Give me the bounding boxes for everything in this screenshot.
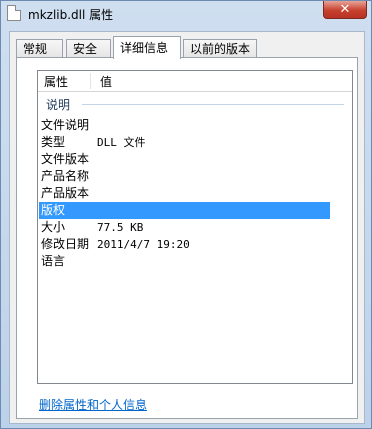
list-item[interactable]: 语言 xyxy=(39,253,330,270)
column-divider[interactable] xyxy=(90,73,91,89)
list-item[interactable]: 文件说明 xyxy=(39,117,330,134)
property-key: 修改日期 xyxy=(41,237,90,251)
file-icon xyxy=(7,5,21,21)
property-key: 版权 xyxy=(41,203,66,217)
property-key: 大小 xyxy=(41,220,66,234)
tab-security[interactable]: 安全 xyxy=(66,39,111,58)
group-divider xyxy=(82,104,344,105)
dialog-body: 常规 安全 详细信息 以前的版本 属性 值 说明 文件说明 类型 DLL 文件 … xyxy=(9,31,365,424)
property-key: 产品版本 xyxy=(41,186,90,200)
property-key: 语言 xyxy=(41,254,66,268)
column-header-value[interactable]: 值 xyxy=(100,73,112,90)
property-key: 类型 xyxy=(41,135,66,149)
list-item[interactable]: 修改日期 2011/4/7 19:20 xyxy=(39,236,330,253)
property-list[interactable]: 属性 值 说明 文件说明 类型 DLL 文件 文件版本 产品名称 产品版本 版权… xyxy=(37,70,353,384)
list-item[interactable]: 产品名称 xyxy=(39,168,330,185)
remove-properties-link[interactable]: 删除属性和个人信息 xyxy=(39,396,147,413)
property-key: 文件版本 xyxy=(41,152,90,166)
list-item[interactable]: 文件版本 xyxy=(39,151,330,168)
list-item[interactable]: 产品版本 xyxy=(39,185,330,202)
title-bar[interactable]: mkzlib.dll 属性 ✕ xyxy=(1,1,371,27)
property-key: 文件说明 xyxy=(41,118,90,132)
tab-general[interactable]: 常规 xyxy=(16,39,63,58)
list-item[interactable]: 大小 77.5 KB xyxy=(39,219,330,236)
column-header-property[interactable]: 属性 xyxy=(44,73,68,90)
details-panel: 属性 值 说明 文件说明 类型 DLL 文件 文件版本 产品名称 产品版本 版权… xyxy=(16,57,358,419)
window-title: mkzlib.dll 属性 xyxy=(28,8,114,22)
properties-window: mkzlib.dll 属性 ✕ 常规 安全 详细信息 以前的版本 属性 值 说明 xyxy=(0,0,372,429)
list-header: 属性 值 xyxy=(38,71,352,92)
property-value: DLL 文件 xyxy=(97,136,146,149)
property-value: 77.5 KB xyxy=(97,221,144,234)
list-item[interactable]: 类型 DLL 文件 xyxy=(39,134,330,151)
group-label: 说明 xyxy=(46,98,71,112)
close-icon: ✕ xyxy=(339,2,351,17)
tab-previous-versions[interactable]: 以前的版本 xyxy=(183,39,257,58)
close-button[interactable]: ✕ xyxy=(323,1,367,19)
property-key: 产品名称 xyxy=(41,169,90,183)
tab-details[interactable]: 详细信息 xyxy=(113,36,181,59)
list-item-selected[interactable]: 版权 xyxy=(39,202,330,219)
group-description: 说明 xyxy=(46,96,346,112)
property-value: 2011/4/7 19:20 xyxy=(97,238,190,251)
